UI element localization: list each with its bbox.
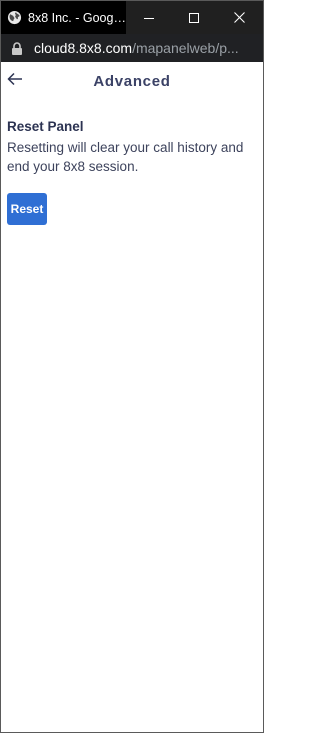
lock-icon [12, 41, 22, 55]
minimize-button[interactable] [126, 1, 172, 34]
section-title: Reset Panel [7, 119, 84, 134]
close-icon [234, 12, 245, 23]
url-path: /mapanelweb/p... [132, 40, 239, 56]
title-bar: 8x8 Inc. - Googl... [1, 1, 264, 34]
browser-tab[interactable]: 8x8 Inc. - Googl... [1, 1, 127, 34]
maximize-button[interactable] [171, 1, 217, 34]
reset-button[interactable]: Reset [7, 193, 47, 225]
url-text: cloud8.8x8.com/mapanelweb/p... [34, 40, 239, 56]
browser-window: 8x8 Inc. - Googl... cloud8.8x8.com/mapan… [0, 0, 264, 733]
reset-section: Reset Panel Resetting will clear your ca… [1, 100, 263, 225]
section-description: Resetting will clear your call history a… [7, 140, 244, 174]
back-arrow-icon[interactable] [7, 72, 23, 86]
address-bar[interactable]: cloud8.8x8.com/mapanelweb/p... [1, 34, 263, 62]
close-button[interactable] [216, 1, 264, 34]
url-host: cloud8.8x8.com [34, 40, 133, 56]
globe-icon [7, 10, 22, 25]
page-header: Advanced [1, 62, 263, 100]
page-title: Advanced [93, 72, 171, 90]
maximize-icon [188, 12, 199, 23]
tab-title: 8x8 Inc. - Googl... [28, 10, 127, 25]
minimize-icon [143, 17, 154, 19]
